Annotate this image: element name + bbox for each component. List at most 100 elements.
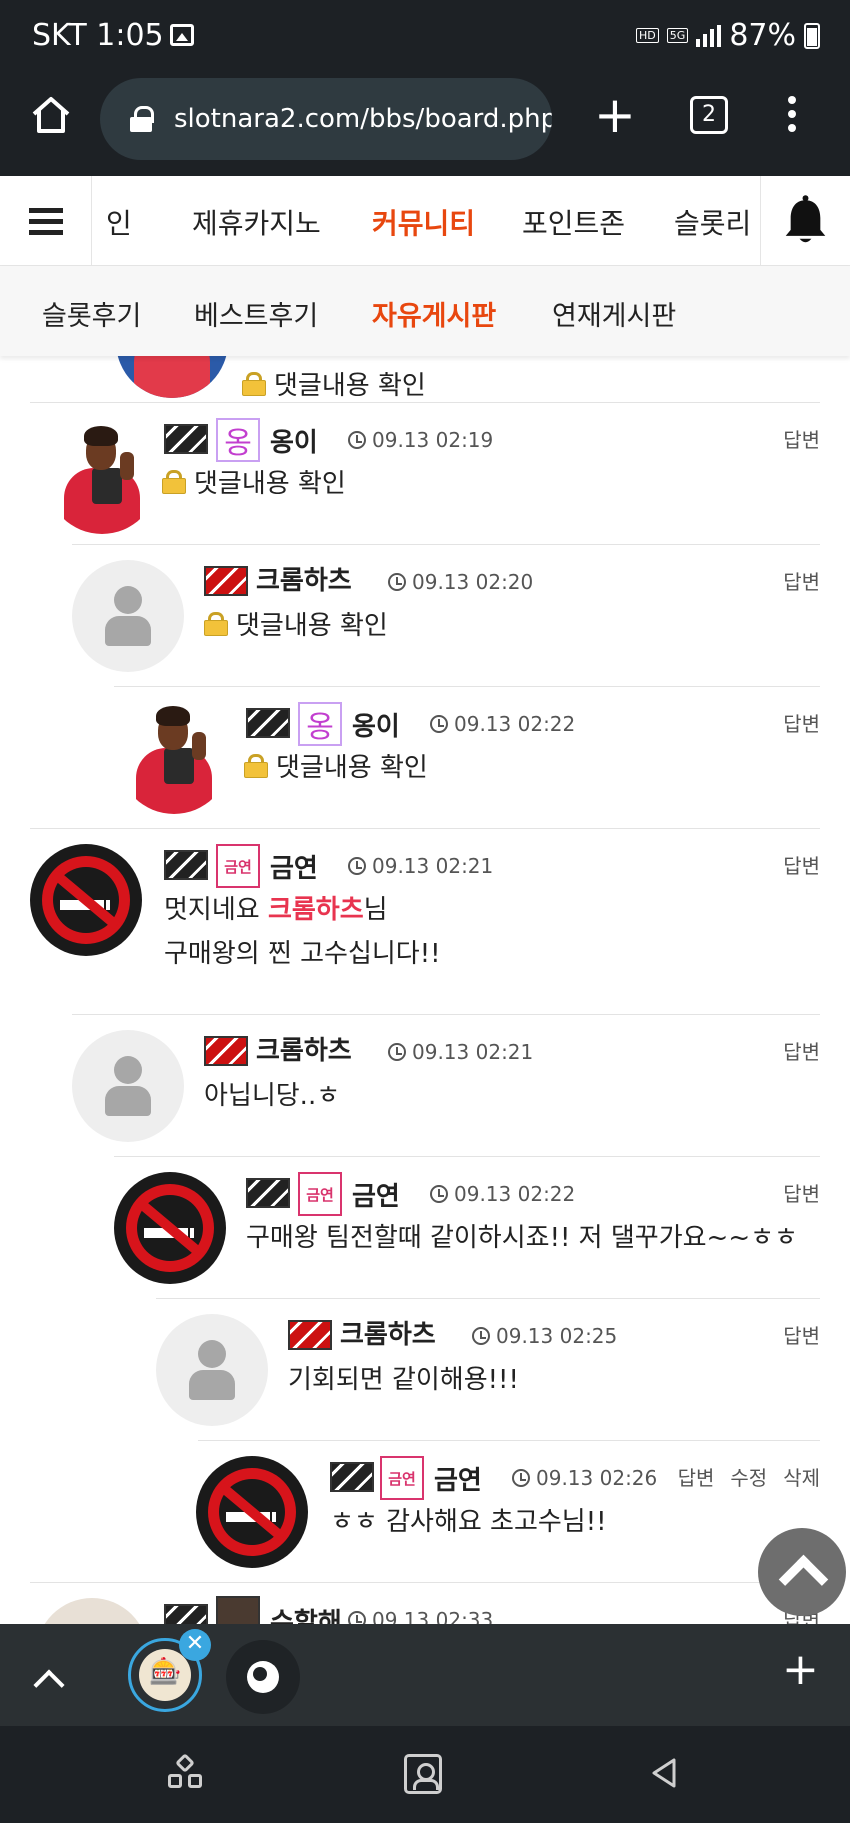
comment-text[interactable]: 댓글내용 확인 — [276, 753, 428, 783]
nav-item-slot[interactable]: 슬롯리 — [674, 202, 751, 242]
slot-machine-icon — [139, 1649, 191, 1701]
comment-text[interactable]: 구매왕 팀전할때 같이하시죠!! 저 댈꾸가요~~ㅎㅎ — [246, 1216, 798, 1260]
nav-item-casino[interactable]: 제휴카지노 — [192, 202, 321, 242]
clock-icon — [472, 1327, 490, 1345]
timestamp: 09.13 02:22 — [430, 712, 575, 736]
site-nav-items: 인 제휴카지노 커뮤니티 포인트존 슬롯리 — [92, 176, 760, 266]
nickname[interactable]: 금연 — [434, 1460, 482, 1497]
nickname[interactable]: 옹이 — [352, 706, 400, 743]
member-badge: 옹 — [216, 418, 260, 462]
comment-actions: 답변 수정 삭제 — [678, 1462, 820, 1491]
close-tab-icon[interactable]: ✕ — [179, 1629, 211, 1661]
scroll-top-button[interactable] — [758, 1528, 846, 1616]
timestamp: 09.13 02:21 — [348, 854, 493, 878]
avatar — [156, 1314, 268, 1426]
timestamp: 09.13 02:25 — [472, 1324, 617, 1348]
status-bar: SKT 1:05 HD 5G 87% — [0, 0, 850, 72]
reply-button[interactable]: 답변 — [783, 1320, 820, 1349]
home-icon[interactable] — [30, 94, 72, 136]
level-icon — [288, 1320, 332, 1350]
tab-best-review[interactable]: 베스트후기 — [194, 294, 318, 333]
tab-free-board[interactable]: 자유게시판 — [372, 294, 496, 333]
level-icon — [246, 1178, 290, 1208]
nav-item-partial[interactable]: 인 — [106, 202, 132, 242]
level-icon — [204, 1036, 248, 1066]
reply-button[interactable]: 답변 — [783, 850, 820, 879]
signal-icon — [696, 24, 722, 47]
nav-item-community[interactable]: 커뮤니티 — [372, 202, 475, 242]
reply-button[interactable]: 답변 — [783, 1036, 820, 1065]
level-icon — [164, 850, 208, 880]
comment-text[interactable]: 아닙니당..ㅎ — [204, 1074, 340, 1118]
timestamp: 09.13 02:20 — [388, 570, 533, 594]
nickname[interactable]: 크롬하츠 — [340, 1314, 436, 1351]
nickname[interactable]: 금연 — [352, 1176, 400, 1213]
comment-list: 댓글내용 확인 옹 옹이 09.13 02:19 답변 댓글내용 확인 크롬하츠… — [0, 356, 850, 1624]
timestamp: 09.13 02:22 — [430, 1182, 575, 1206]
timestamp: 09.13 02:33 — [348, 1608, 493, 1624]
reply-button[interactable]: 답변 — [783, 1178, 820, 1207]
nav-item-pointzone[interactable]: 포인트존 — [522, 202, 625, 242]
reply-button[interactable]: 답변 — [678, 1462, 715, 1491]
image-notification-icon — [170, 24, 194, 46]
reply-button[interactable]: 답변 — [783, 424, 820, 453]
new-tab-button[interactable]: + — [594, 90, 636, 140]
comment-text[interactable]: 댓글내용 확인 — [194, 469, 346, 499]
delete-button[interactable]: 삭제 — [783, 1462, 820, 1491]
avatar — [118, 702, 230, 814]
tab-serial-board[interactable]: 연재게시판 — [552, 294, 676, 333]
clock-icon — [388, 1043, 406, 1061]
comment-text[interactable]: 멋지네요 크롬하츠님 구매왕의 찐 고수십니다!! — [164, 888, 441, 976]
clock-icon — [512, 1469, 530, 1487]
member-badge — [216, 1596, 260, 1624]
timestamp: 09.13 02:21 — [388, 1040, 533, 1064]
globe-icon — [247, 1661, 279, 1693]
nickname[interactable]: 옹이 — [270, 422, 318, 459]
avatar — [116, 356, 228, 398]
nickname[interactable]: 크롬하츠 — [256, 560, 352, 597]
add-tab-button[interactable]: + — [782, 1648, 819, 1692]
nickname[interactable]: 크롬하츠 — [256, 1030, 352, 1067]
tab-thumbnail-slot[interactable]: ✕ — [128, 1629, 211, 1712]
comment-text[interactable]: 댓글내용 확인 — [236, 611, 388, 641]
lock-icon — [242, 372, 266, 396]
member-badge: 금연 — [380, 1456, 424, 1500]
chevron-up-icon[interactable] — [33, 1669, 65, 1701]
hamburger-menu-icon[interactable] — [0, 176, 92, 266]
avatar — [30, 844, 142, 956]
edit-button[interactable]: 수정 — [730, 1462, 767, 1491]
hd-voice-icon: HD — [636, 28, 659, 43]
level-icon — [164, 1604, 208, 1624]
android-nav-bar — [0, 1726, 850, 1823]
reply-button[interactable]: 답변 — [783, 566, 820, 595]
sub-nav: 슬롯후기 베스트후기 자유게시판 연재게시판 — [0, 266, 850, 356]
clock-icon — [348, 857, 366, 875]
browser-bottom-bar: ✕ + — [0, 1624, 850, 1726]
more-menu-icon[interactable] — [784, 96, 800, 136]
home-button-icon[interactable] — [404, 1754, 442, 1794]
comment-text[interactable]: 댓글내용 확인 — [274, 371, 426, 401]
tab-thumbnail-web[interactable] — [226, 1640, 300, 1714]
avatar — [114, 1172, 226, 1284]
battery-percent: 87% — [729, 18, 796, 53]
member-badge: 금연 — [298, 1172, 342, 1216]
level-icon — [330, 1462, 374, 1492]
back-icon[interactable] — [648, 1756, 678, 1790]
clock-icon — [348, 1611, 366, 1624]
reply-button[interactable]: 답변 — [783, 708, 820, 737]
nickname[interactable]: 금연 — [270, 848, 318, 885]
nickname[interactable]: 수할해 — [270, 1602, 342, 1624]
member-badge: 옹 — [298, 702, 342, 746]
tab-switcher-button[interactable]: 2 — [690, 96, 728, 134]
address-bar[interactable]: slotnara2.com/bbs/board.php? — [100, 78, 552, 160]
clock-icon — [430, 1185, 448, 1203]
recent-apps-icon[interactable] — [168, 1753, 204, 1792]
comment-text[interactable]: 기회되면 같이해용!!! — [288, 1358, 519, 1402]
timestamp: 09.13 02:19 — [348, 428, 493, 452]
avatar — [72, 1030, 184, 1142]
lock-icon — [204, 612, 228, 636]
bell-icon[interactable] — [760, 176, 850, 266]
lock-icon — [130, 106, 154, 132]
comment-text[interactable]: ㅎㅎ 감사해요 초고수님!! — [330, 1500, 607, 1544]
tab-slot-review[interactable]: 슬롯후기 — [42, 294, 141, 333]
